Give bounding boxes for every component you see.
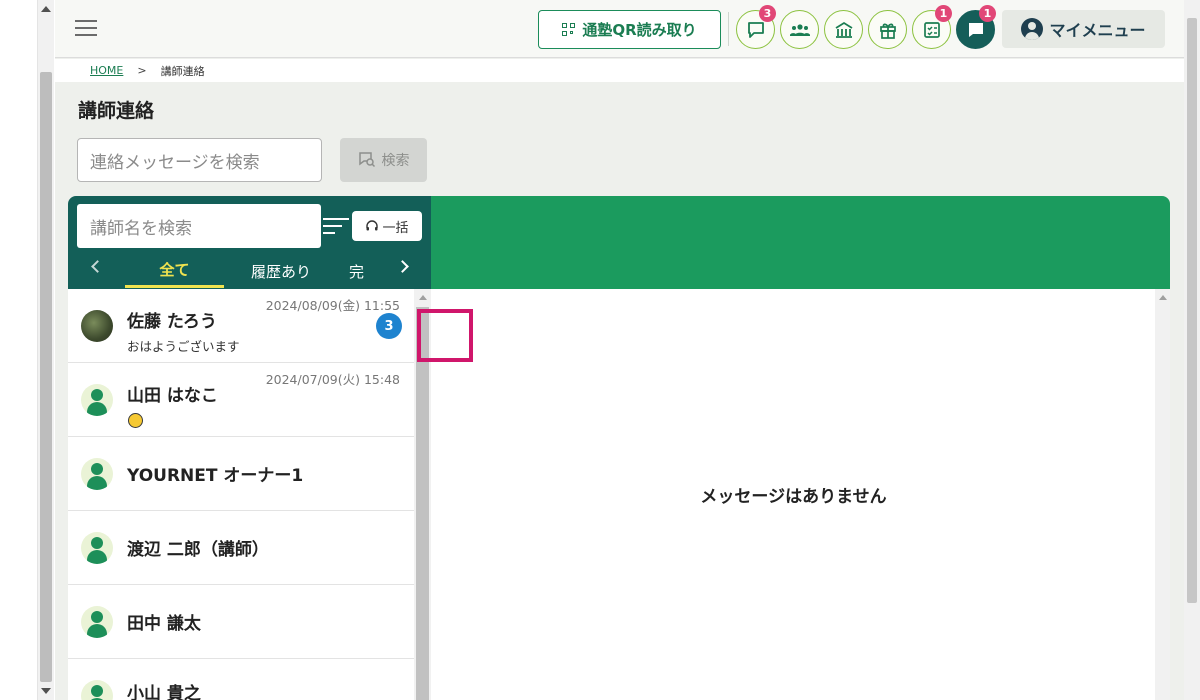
default-avatar-icon <box>81 606 113 638</box>
scroll-down-arrow-icon[interactable] <box>41 688 51 694</box>
teacher-list-item[interactable]: 山田 はなこ 2024/07/09(火) 15:48 <box>68 363 414 437</box>
teacher-photo-avatar <box>81 310 113 342</box>
breadcrumb-home-link[interactable]: HOME <box>90 64 123 77</box>
my-menu-button[interactable]: マイメニュー <box>1002 10 1165 48</box>
top-header: 通塾QR読み取り 3 1 1 マイメニュー <box>55 0 1184 58</box>
outer-scrollbar[interactable] <box>38 0 54 700</box>
checklist-button[interactable]: 1 <box>912 5 952 49</box>
message-search-button[interactable]: 検索 <box>340 138 427 182</box>
conversation-header <box>431 196 1170 289</box>
page-title: 講師連絡 <box>78 100 155 122</box>
last-message-date: 2024/08/09(金) 11:55 <box>265 298 400 313</box>
notification-badge: 1 <box>979 5 996 22</box>
breadcrumb-separator: > <box>137 64 147 77</box>
breadcrumb-current: 講師連絡 <box>160 64 205 78</box>
teacher-name: 山田 はなこ <box>127 386 218 406</box>
chat-notification-button[interactable]: 3 <box>736 5 776 49</box>
message-search-placeholder: 連絡メッセージを検索 <box>90 152 260 173</box>
unread-count-badge: 3 <box>376 313 402 339</box>
page-scrollbar[interactable] <box>1184 0 1200 700</box>
teacher-name: 田中 謙太 <box>127 614 201 634</box>
teacher-list-scrollbar[interactable] <box>414 289 431 700</box>
bulk-action-label: 一括 <box>382 220 409 236</box>
gift-button[interactable] <box>868 10 907 49</box>
headset-icon <box>366 220 379 231</box>
my-menu-label: マイメニュー <box>1049 21 1146 40</box>
group-icon <box>789 23 810 36</box>
teacher-search-input[interactable]: 講師名を検索 <box>77 204 321 248</box>
breadcrumb: HOME > 講師連絡 <box>55 59 1184 82</box>
scrollbar-thumb[interactable] <box>1187 18 1197 603</box>
scrollbar-thumb[interactable] <box>40 72 52 682</box>
scroll-up-arrow-icon[interactable] <box>419 295 427 300</box>
conversation-pane: メッセージはありません <box>431 289 1170 700</box>
message-button[interactable]: 1 <box>956 5 996 49</box>
teacher-list-item[interactable]: YOURNET オーナー1 <box>68 437 414 511</box>
scroll-up-arrow-icon[interactable] <box>1159 295 1167 300</box>
app-container: 通塾QR読み取り 3 1 1 マイメニュー HOME > 講師連絡 講師連絡 連… <box>55 0 1184 700</box>
scrollbar-thumb[interactable] <box>416 307 429 700</box>
teacher-list: 佐藤 たろう 2024/08/09(金) 11:55 おはようございます 3 山… <box>68 289 414 700</box>
teacher-list-item[interactable]: 渡辺 二郎（講師） <box>68 511 414 585</box>
teacher-name: YOURNET オーナー1 <box>127 466 304 486</box>
empty-message-text: メッセージはありません <box>700 487 887 507</box>
scroll-up-arrow-icon[interactable] <box>41 6 51 12</box>
default-avatar-icon <box>81 680 113 700</box>
school-button[interactable] <box>824 10 863 49</box>
tab-prev-chevron-icon[interactable] <box>90 260 104 274</box>
qr-read-button[interactable]: 通塾QR読み取り <box>538 10 721 49</box>
teacher-list-item[interactable]: 田中 謙太 <box>68 585 414 659</box>
default-avatar-icon <box>81 384 113 416</box>
teacher-name: 佐藤 たろう <box>127 312 217 332</box>
teacher-list-item[interactable]: 小山 貴之 <box>68 659 414 700</box>
hamburger-menu-icon[interactable] <box>75 20 97 36</box>
default-avatar-icon <box>81 532 113 564</box>
tab-with-history[interactable]: 履歴あり <box>228 254 334 288</box>
chat-bubble-icon <box>747 21 764 38</box>
message-search-input[interactable]: 連絡メッセージを検索 <box>77 138 322 182</box>
last-message-preview: おはようございます <box>127 339 240 354</box>
search-button-label: 検索 <box>381 153 410 169</box>
tab-all[interactable]: 全て <box>125 254 224 288</box>
outer-left-gutter <box>0 0 38 700</box>
conversation-scrollbar[interactable] <box>1155 289 1170 700</box>
checklist-icon <box>923 21 940 38</box>
teacher-search-placeholder: 講師名を検索 <box>90 218 192 239</box>
gift-icon <box>879 23 896 39</box>
teacher-list-item[interactable]: 佐藤 たろう 2024/08/09(金) 11:55 おはようございます 3 <box>68 289 414 363</box>
qr-code-icon <box>562 22 576 37</box>
teacher-name: 小山 貴之 <box>127 684 201 700</box>
sort-icon[interactable] <box>323 218 349 236</box>
tab-next-chevron-icon[interactable] <box>396 260 409 274</box>
default-avatar-icon <box>81 458 113 490</box>
account-circle-icon <box>1021 18 1044 40</box>
school-icon <box>835 21 852 38</box>
header-divider <box>728 12 729 46</box>
search-chat-icon <box>358 152 375 168</box>
group-button[interactable] <box>780 10 819 49</box>
qr-read-label: 通塾QR読み取り <box>582 21 697 39</box>
teacher-list-header: 講師名を検索 一括 全て 履歴あり 完 <box>68 196 431 289</box>
last-message-date: 2024/07/09(火) 15:48 <box>265 372 400 387</box>
tab-completed[interactable]: 完 <box>349 254 383 288</box>
message-icon <box>968 22 983 37</box>
notification-badge: 1 <box>935 5 952 22</box>
teacher-name: 渡辺 二郎（講師） <box>127 540 269 560</box>
notification-badge: 3 <box>759 5 776 22</box>
emoji-sticker-icon <box>128 413 143 428</box>
teacher-list-panel: 講師名を検索 一括 全て 履歴あり 完 佐藤 たろう 2024/08/09(金)… <box>68 196 431 700</box>
bulk-action-button[interactable]: 一括 <box>352 211 422 241</box>
